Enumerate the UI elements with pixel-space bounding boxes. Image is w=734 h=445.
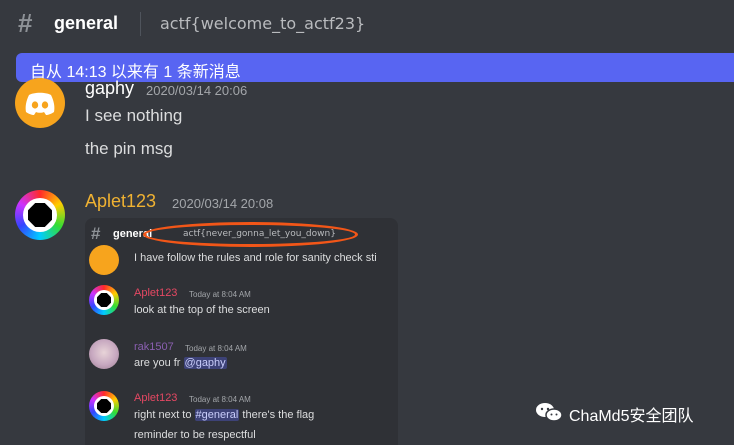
embed-message-text: I have follow the rules and role for san… — [134, 252, 377, 264]
embed-message-author: Aplet123 — [134, 392, 178, 404]
embed-message-author: Aplet123 — [134, 287, 178, 299]
channel-topic[interactable]: actf{welcome_to_actf23} — [160, 14, 365, 33]
avatar[interactable] — [15, 78, 65, 128]
avatar — [89, 285, 119, 315]
avatar[interactable] — [15, 190, 65, 240]
message-author[interactable]: Aplet123 — [85, 191, 156, 212]
wechat-icon — [536, 403, 563, 422]
channel-name: general — [54, 13, 119, 33]
embed-message-timestamp: Today at 8:04 AM — [185, 344, 247, 353]
octagon-icon — [28, 203, 52, 227]
avatar — [89, 391, 119, 421]
highlight-circle — [143, 222, 358, 247]
embed-message-text: look at the top of the screen — [134, 304, 270, 316]
header-divider — [140, 12, 141, 36]
octagon-icon — [97, 399, 111, 413]
embed-message-timestamp: Today at 8:04 AM — [189, 290, 251, 299]
avatar — [89, 245, 119, 275]
embed-message-text: right next to #general there's the flag — [134, 409, 315, 421]
channel-hash-icon: # — [18, 8, 33, 38]
discord-logo-icon — [25, 92, 55, 115]
avatar — [89, 339, 119, 369]
attached-image[interactable]: # general actf{never_gonna_let_you_down}… — [85, 218, 398, 445]
watermark-text: ChaMd5安全团队 — [569, 408, 694, 425]
channel-mention: #general — [194, 409, 240, 421]
message-text: the pin msg — [85, 139, 173, 158]
octagon-icon — [97, 293, 111, 307]
embed-message-timestamp: Today at 8:04 AM — [189, 395, 251, 404]
message-text: I see nothing — [85, 106, 183, 125]
message-timestamp: 2020/03/14 20:08 — [172, 196, 274, 211]
embed-message-text: are you fr @gaphy — [134, 357, 227, 369]
message-timestamp: 2020/03/14 20:06 — [146, 83, 248, 98]
channel-header: # general actf{welcome_to_actf23} — [0, 0, 734, 48]
embed-message-text: reminder to be respectful — [134, 429, 256, 441]
user-mention: @gaphy — [183, 357, 227, 369]
channel-hash-icon: # — [91, 224, 101, 243]
message-author[interactable]: gaphy — [85, 78, 134, 99]
embed-message-author: rak1507 — [134, 341, 174, 353]
